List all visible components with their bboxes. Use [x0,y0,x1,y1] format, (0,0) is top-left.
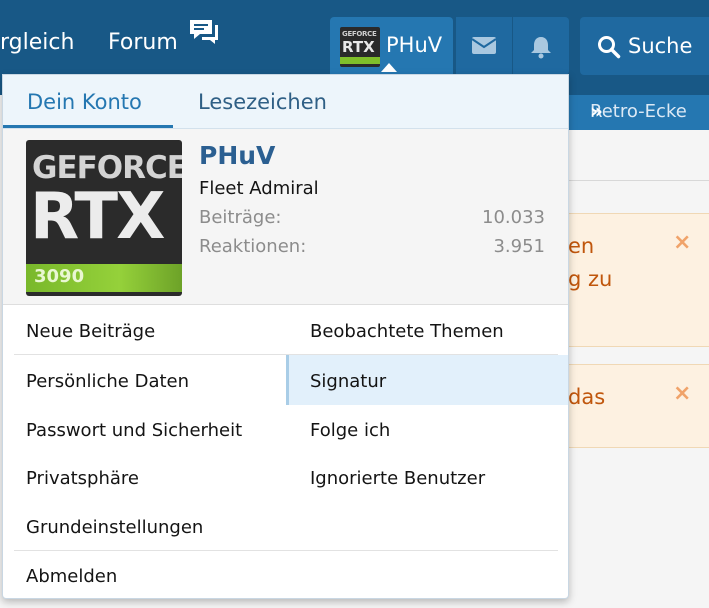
avatar-stripe [340,57,380,64]
search-label: Suche [628,34,693,58]
notifications-button[interactable] [513,17,569,75]
avatar: GEFORCE RTX [340,27,380,67]
avatar[interactable]: GEFORCE RTX 3090 [26,140,182,296]
menu-item-passwort-sicherheit[interactable]: Passwort und Sicherheit [26,420,242,441]
active-tab-indicator [3,125,173,128]
double-chevron-icon: » [590,99,603,123]
menu-item-neue-beitraege[interactable]: Neue Beiträge [26,321,155,342]
avatar-model-number: 3090 [34,266,85,287]
avatar-model-text: RTX [30,180,165,254]
chat-bubbles-icon [190,20,218,44]
close-icon[interactable]: × [673,381,691,406]
divider [14,550,558,551]
menu-item-persoenliche-daten[interactable]: Persönliche Daten [26,371,189,392]
tab-dein-konto[interactable]: Dein Konto [27,90,142,114]
profile-summary: GEFORCE RTX 3090 PHuV Fleet Admiral Beit… [3,129,568,305]
menu-item-grundeinstellungen[interactable]: Grundeinstellungen [26,517,203,538]
avatar-model-bar: 3090 [26,264,182,292]
logout-link[interactable]: Abmelden [26,566,117,587]
menu-item-folge-ich[interactable]: Folge ich [310,420,390,441]
notice-box: en g zu × [568,213,709,347]
notice-text: das [568,385,606,409]
divider [568,180,709,181]
avatar-model-text: RTX [342,38,375,56]
envelope-icon [471,37,497,54]
close-icon[interactable]: × [673,230,691,255]
nav-link-vergleich[interactable]: rgleich [0,30,74,55]
profile-username[interactable]: PHuV [199,141,275,170]
avatar-brand-text: GEFORCE [342,30,377,38]
stat-value-reactions: 3.951 [493,236,545,257]
popup-tabs: Dein Konto Lesezeichen [3,75,568,129]
search-button[interactable]: Suche [580,17,709,75]
bell-icon [531,37,551,59]
divider [14,354,286,355]
notice-text: en g zu [568,234,613,291]
tab-lesezeichen[interactable]: Lesezeichen [198,90,327,114]
divider [286,354,558,355]
notice-box: das × [568,364,709,448]
messages-button[interactable] [456,17,512,75]
menu-item-signatur[interactable]: Signatur [310,371,386,392]
subnav-link-retro[interactable]: Retro-Ecke [590,101,687,122]
menu-item-beobachtete-themen[interactable]: Beobachtete Themen [310,321,504,342]
search-icon [598,36,621,59]
popup-caret [381,63,397,72]
menu-item-privatsphaere[interactable]: Privatsphäre [26,468,139,489]
profile-user-title: Fleet Admiral [199,178,319,199]
stat-value-posts[interactable]: 10.033 [482,207,545,228]
stat-label-reactions: Reaktionen: [199,236,307,257]
stat-label-posts: Beiträge: [199,207,282,228]
menu-item-ignorierte-benutzer[interactable]: Ignorierte Benutzer [310,468,485,489]
account-menu-popup: Dein Konto Lesezeichen GEFORCE RTX 3090 … [2,74,569,599]
nav-link-forum[interactable]: Forum [108,30,178,55]
user-tab-username[interactable]: PHuV [386,33,442,57]
